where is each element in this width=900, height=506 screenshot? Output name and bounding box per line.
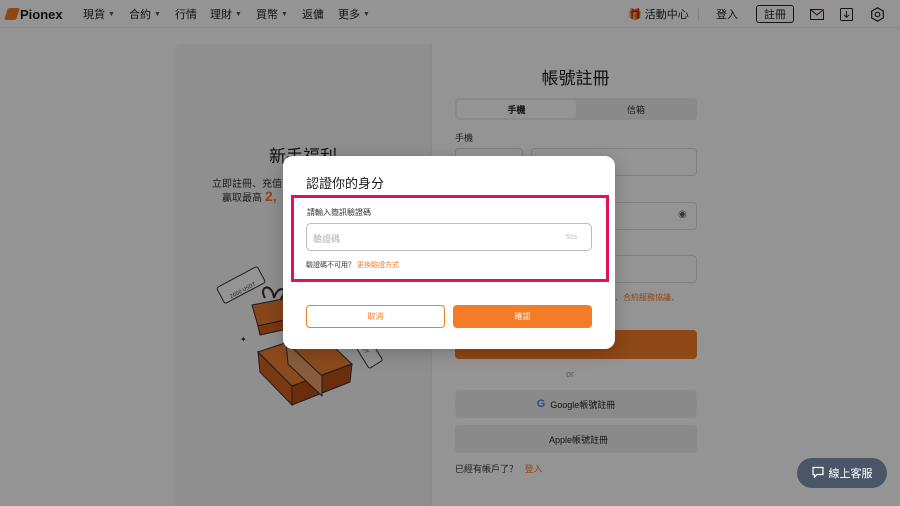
sms-code-input[interactable] <box>306 223 592 251</box>
sms-code-placeholder: 驗證碼 <box>313 234 341 244</box>
customer-service-label: 線上客服 <box>828 468 873 480</box>
modal-title: 認證你的身分 <box>306 176 385 191</box>
sms-code-label: 請輸入簡訊驗證碼 <box>307 208 371 217</box>
change-verification-method-link[interactable]: 更換驗證方式 <box>357 262 399 269</box>
chat-bubble-icon <box>811 466 824 481</box>
cancel-button[interactable]: 取消 <box>306 305 445 328</box>
hint-text: 驗證碼不可用？ <box>306 262 355 269</box>
resend-countdown: 51s <box>566 234 578 241</box>
confirm-button[interactable]: 確認 <box>453 305 592 328</box>
customer-service-button[interactable]: 線上客服 <box>797 458 887 488</box>
code-unavailable-hint: 驗證碼不可用？ 更換驗證方式 <box>306 260 399 270</box>
